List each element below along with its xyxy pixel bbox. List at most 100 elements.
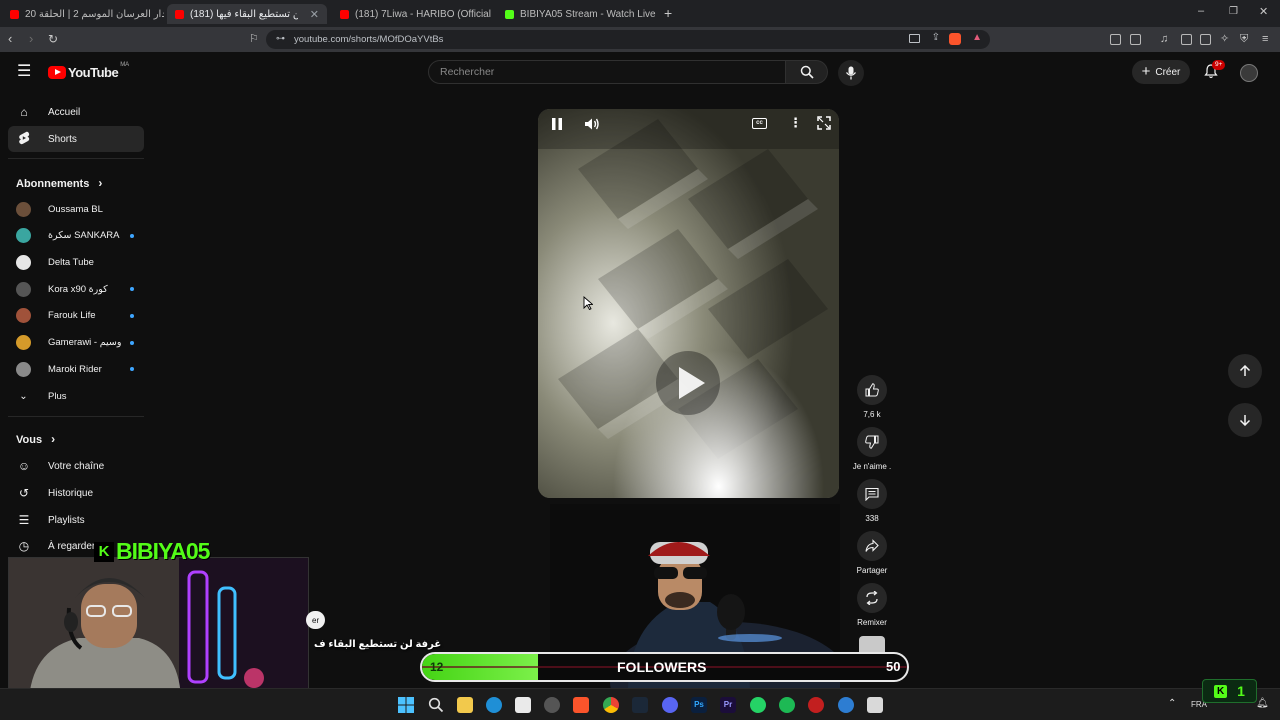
sidebar-item-subscription[interactable]: Delta Tube <box>16 251 140 273</box>
notifications-button[interactable]: 9+ <box>1204 60 1226 84</box>
new-content-dot <box>130 287 134 292</box>
fullscreen-button[interactable] <box>817 116 831 135</box>
recorder-icon[interactable] <box>808 697 824 713</box>
comment-icon <box>865 487 879 501</box>
url-bar[interactable]: ⊶ youtube.com/shorts/MOfDOaYVtBs ⇪ ▲ <box>266 30 990 49</box>
sidebar-item-more[interactable]: ⌄ Plus <box>16 385 140 407</box>
avatar[interactable] <box>1240 64 1258 82</box>
app-icon[interactable] <box>838 697 854 713</box>
sidebar-item-subscription[interactable]: Kora x90 كورة <box>16 278 140 300</box>
sidebar-icon[interactable] <box>1181 34 1192 45</box>
sidebar-item-subscription[interactable]: Gamerawi - وسيم <box>16 332 140 354</box>
subscription-label: Oussama BL <box>48 203 103 215</box>
leo-ai-icon[interactable]: ✧ <box>1220 32 1229 46</box>
pause-button[interactable] <box>550 117 564 136</box>
forward-icon[interactable]: › <box>29 32 33 46</box>
youtube-logo[interactable]: YouTube MA <box>48 62 129 80</box>
site-info-icon[interactable]: ⊶ <box>276 33 285 44</box>
subscription-label: Kora x90 كورة <box>48 283 108 295</box>
subscribe-chip[interactable]: er <box>306 611 326 629</box>
app-icon[interactable] <box>544 697 560 713</box>
sidebar-item-subscription[interactable]: سكرة SANKARA <box>16 225 140 247</box>
new-content-dot <box>130 367 134 372</box>
sidebar-item-history[interactable]: ↺ Historique <box>8 480 144 506</box>
brave-shields-icon[interactable] <box>949 33 961 45</box>
playlists-icon: ☰ <box>18 513 30 527</box>
chevron-down-icon: ⌄ <box>19 390 28 402</box>
reload-icon[interactable]: ↻ <box>48 32 58 46</box>
app-icon[interactable] <box>867 697 883 713</box>
like-button[interactable] <box>857 375 887 405</box>
captions-icon[interactable]: cc <box>752 118 767 129</box>
play-overlay-button[interactable] <box>656 351 720 415</box>
share-button[interactable] <box>857 531 887 561</box>
wallet-icon[interactable] <box>1200 34 1211 45</box>
new-content-dot <box>130 233 134 238</box>
share-page-icon[interactable]: ⇪ <box>932 32 940 43</box>
sidebar-item-subscription[interactable]: Maroki Rider <box>16 358 140 380</box>
dislike-button[interactable] <box>857 427 887 457</box>
sidebar-item-playlists[interactable]: ☰ Playlists <box>8 507 144 533</box>
sidebar-item-subscription[interactable]: Oussama BL <box>16 198 140 220</box>
sidebar-item-subscription[interactable]: Farouk Life <box>16 305 140 327</box>
microsoft-store-icon[interactable] <box>515 697 531 713</box>
brave-icon[interactable] <box>573 697 589 713</box>
browser-tab-active[interactable]: (181) غرفة لن تستطيع البقاء فيها ✕ <box>167 4 327 24</box>
voice-search-button[interactable] <box>838 60 864 86</box>
edge-icon[interactable] <box>486 697 502 713</box>
windows-start-icon[interactable] <box>398 697 414 713</box>
next-short-button[interactable] <box>1228 403 1262 437</box>
watch-later-icon: ◷ <box>18 539 30 553</box>
play-icon <box>678 367 705 399</box>
subscription-label: Maroki Rider <box>48 363 102 375</box>
sidebar-item-shorts[interactable]: Shorts <box>8 126 144 152</box>
bookmark-icon[interactable]: ⚐ <box>249 32 259 46</box>
tray-chevron-icon[interactable]: ⌃ <box>1168 698 1176 709</box>
volume-button[interactable] <box>584 117 600 136</box>
sidebar-item-label: Accueil <box>48 106 81 118</box>
kick-logo-icon: K <box>94 541 114 562</box>
close-tab-icon[interactable]: ✕ <box>310 8 319 21</box>
chrome-icon[interactable] <box>603 697 619 713</box>
restore-icon[interactable]: ❐ <box>1229 6 1238 17</box>
media-icon[interactable]: ♫ <box>1160 32 1168 46</box>
extensions-icon[interactable] <box>1110 34 1121 45</box>
search-button[interactable] <box>786 60 828 84</box>
search-input[interactable]: Rechercher <box>428 60 786 84</box>
screen-icon[interactable] <box>909 34 920 43</box>
browser-tab[interactable]: BIBIYA05 Stream - Watch Live on Kick <box>497 4 657 24</box>
volume-icon <box>585 118 599 130</box>
spotify-icon[interactable] <box>779 697 795 713</box>
premiere-icon[interactable]: Pr <box>720 697 736 713</box>
new-tab-icon[interactable]: + <box>664 5 672 21</box>
back-icon[interactable]: ‹ <box>8 32 12 46</box>
remix-button[interactable] <box>857 583 887 613</box>
brave-rewards-icon[interactable]: ▲ <box>972 32 982 43</box>
browser-tab[interactable]: دار العرسان الموسم 2 | الحلقة 20 iTube <box>2 4 164 24</box>
like-count: 7,6 k <box>863 410 881 419</box>
sidebar-item-home[interactable]: ⌂ Accueil <box>8 99 144 125</box>
you-heading[interactable]: Vous › <box>16 432 55 446</box>
previous-short-button[interactable] <box>1228 354 1262 388</box>
photoshop-icon[interactable]: Ps <box>691 697 707 713</box>
extension-icon[interactable] <box>1130 34 1141 45</box>
more-options-icon[interactable]: ⋮ <box>789 115 802 131</box>
minimize-icon[interactable]: – <box>1198 5 1204 17</box>
subscriptions-heading[interactable]: Abonnements › <box>16 176 102 190</box>
menu-icon[interactable]: ≡ <box>1262 32 1268 46</box>
browser-tab[interactable]: (181) 7Liwa - HARIBO (Official Music <box>332 4 492 24</box>
create-button[interactable]: + Créer <box>1132 60 1190 84</box>
whatsapp-icon[interactable] <box>750 697 766 713</box>
steam-icon[interactable] <box>632 697 648 713</box>
comments-button[interactable] <box>857 479 887 509</box>
sidebar-item-your-channel[interactable]: ☺ Votre chaîne <box>8 453 144 479</box>
tab-title: BIBIYA05 Stream - Watch Live on Kick <box>520 8 657 20</box>
windows-search-icon[interactable] <box>428 697 444 713</box>
file-explorer-icon[interactable] <box>457 697 473 713</box>
discord-icon[interactable] <box>662 697 678 713</box>
hamburger-menu-icon[interactable]: ☰ <box>17 64 31 80</box>
followers-goal: 50 <box>886 659 901 674</box>
notification-bell-icon[interactable]: 🔔︎ <box>1256 698 1269 709</box>
close-window-icon[interactable]: ✕ <box>1259 5 1268 18</box>
vpn-icon[interactable]: ⛨ <box>1240 32 1248 46</box>
